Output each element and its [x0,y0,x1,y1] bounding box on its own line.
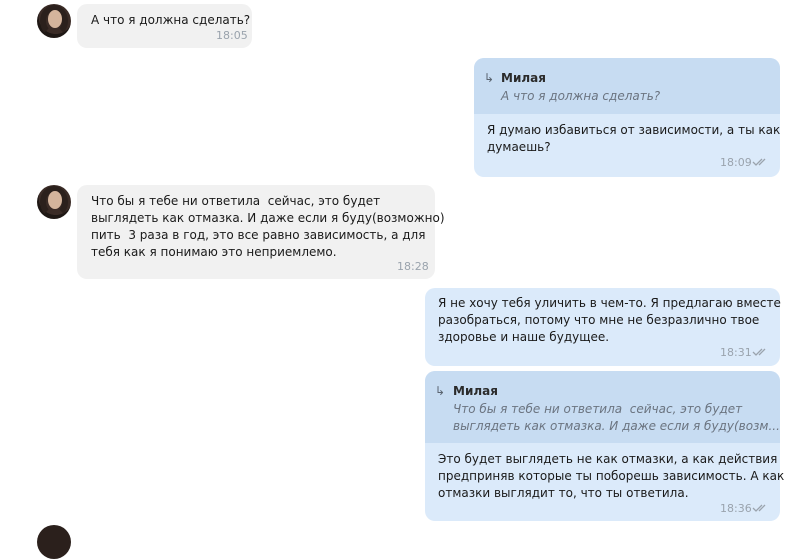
message-text-line: предприняв которые ты поборешь зависимос… [438,469,785,483]
message-time: 18:09 [720,156,752,169]
message-text-line: Я не хочу тебя уличить в чем-то. Я предл… [438,296,781,310]
message-bubble-outgoing[interactable]: Я не хочу тебя уличить в чем-то. Я предл… [425,288,781,366]
reply-quote[interactable]: ↳ Милая А что я должна сделать? [474,58,780,114]
double-check-icon [752,158,766,166]
quote-text: А что я должна сделать? [501,89,661,103]
message-text: А что я должна сделать? [91,13,251,27]
double-check-icon [752,348,766,356]
message-text-line: пить 3 раза в год, это все равно зависим… [91,228,426,242]
message-bubble-outgoing[interactable]: ↳ Милая Что бы я тебе ни ответила сейчас… [425,371,784,521]
message-text-line: думаешь? [487,140,551,154]
reply-quote[interactable]: ↳ Милая Что бы я тебе ни ответила сейчас… [425,371,780,443]
message-bubble-incoming[interactable]: Что бы я тебе ни ответила сейчас, это бу… [77,185,445,279]
avatar[interactable] [37,4,71,38]
message-bubble-outgoing[interactable]: ↳ Милая А что я должна сделать? Я думаю … [474,58,780,177]
message-time: 18:36 [720,502,752,515]
reply-icon: ↳ [484,71,495,85]
message-text-line: тебя как я понимаю это неприемлемо. [91,245,337,259]
message-text-line: Я думаю избавиться от зависимости, а ты … [487,123,781,137]
message-text-line: разобраться, потому что мне не безразлич… [438,313,760,327]
message-text-line: здоровье и наше будущее. [438,330,610,344]
quote-author: Милая [501,71,546,85]
avatar[interactable] [37,185,71,219]
message-time: 18:28 [397,260,429,273]
message-time: 18:31 [720,346,752,359]
message-text-line: отмазки выглядит то, что ты ответила. [438,486,689,500]
double-check-icon [752,504,766,512]
message-text-line: Что бы я тебе ни ответила сейчас, это бу… [91,194,381,208]
quote-author: Милая [453,384,498,398]
quote-text-line: Что бы я тебе ни ответила сейчас, это бу… [453,402,743,416]
avatar[interactable] [37,525,71,559]
message-bubble-incoming[interactable]: А что я должна сделать? 18:05 [77,4,252,48]
reply-icon: ↳ [435,384,446,398]
message-text-line: выглядеть как отмазка. И даже если я буд… [91,211,445,225]
message-text-line: Это будет выглядеть не как отмазки, а ка… [438,452,778,466]
message-time: 18:05 [216,29,248,42]
quote-text-line: выглядеть как отмазка. И даже если я буд… [453,419,780,433]
